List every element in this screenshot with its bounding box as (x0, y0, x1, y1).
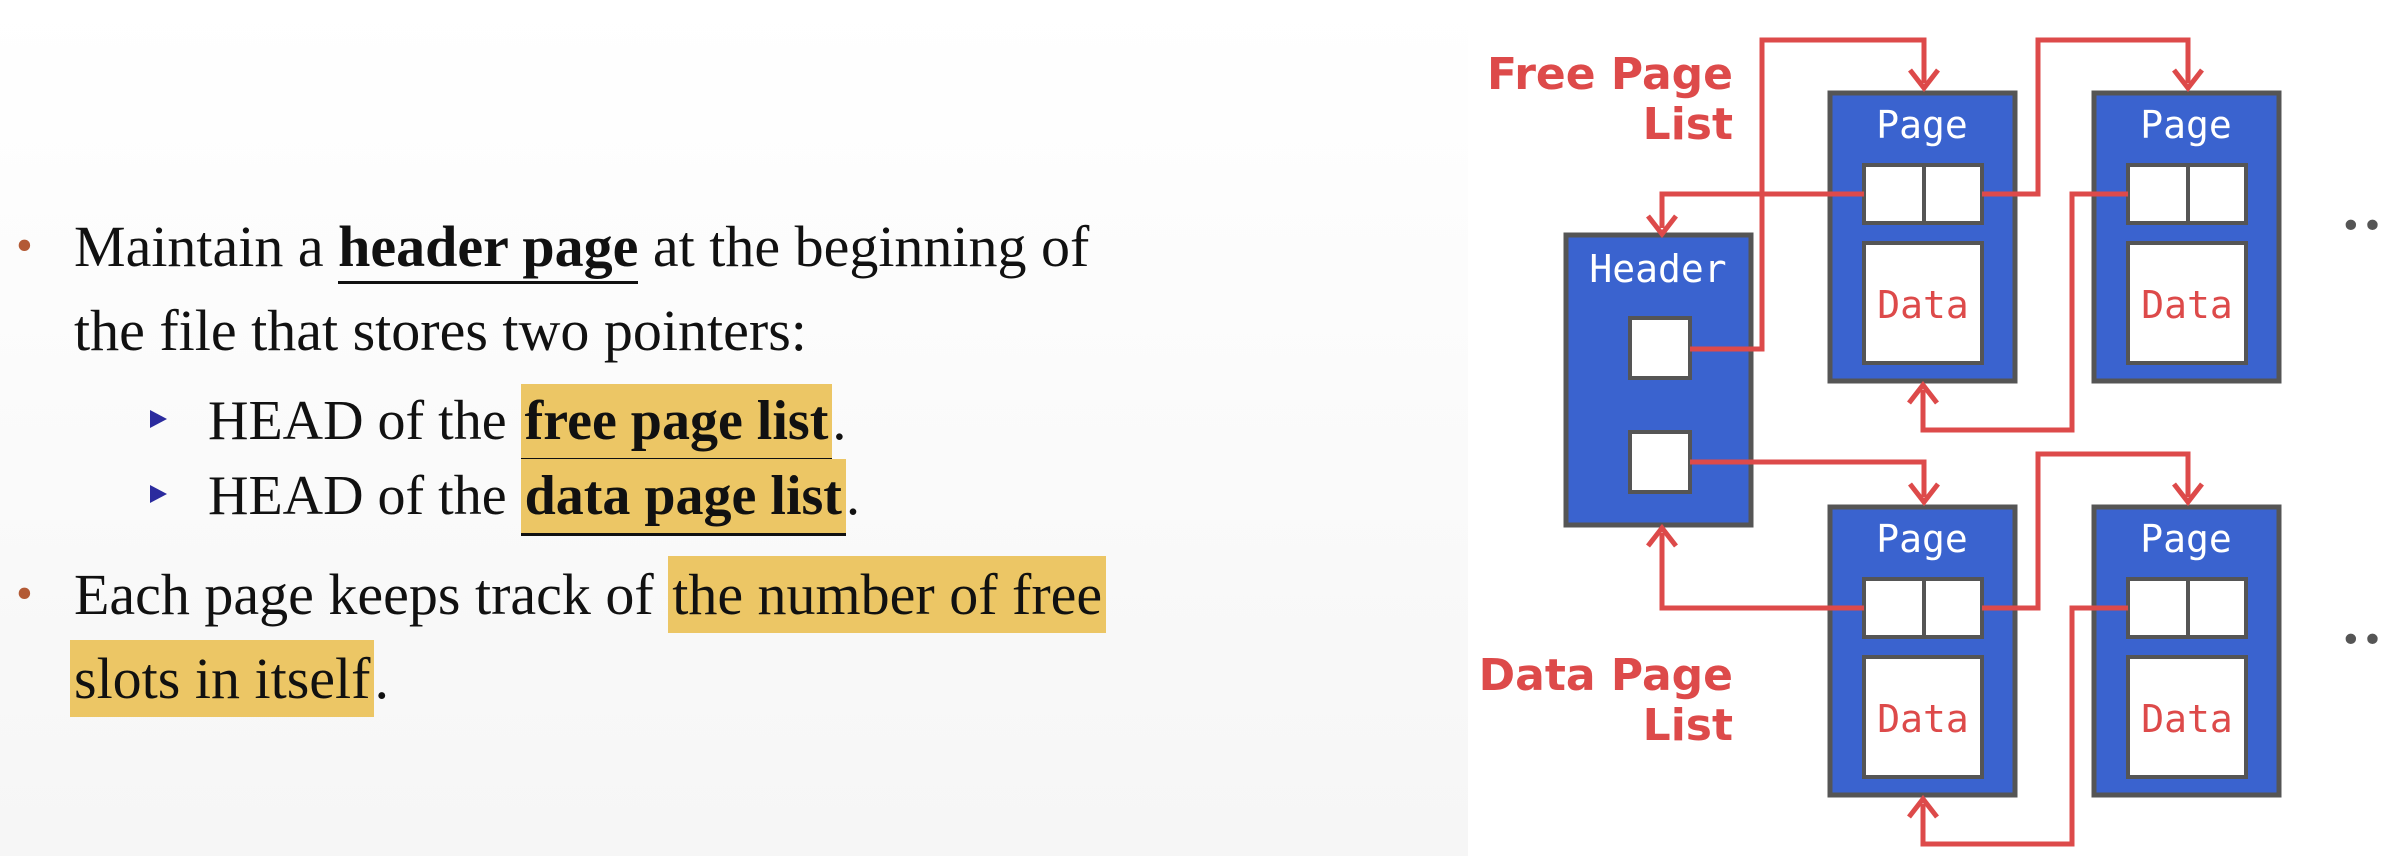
data-label: Data (1877, 697, 1969, 741)
free-page-list-label: List (1643, 99, 1733, 150)
page-label: Page (2140, 517, 2232, 561)
more-pages-ellipsis: ••• (2340, 206, 2386, 247)
page-label: Page (2140, 103, 2232, 147)
data-page-list-label: Data Page (1479, 650, 1733, 701)
data-label: Data (2141, 283, 2233, 327)
page-list-diagram: Free Page List Data Page List Header Pag… (1479, 37, 2386, 847)
data-label: Data (1877, 283, 1969, 327)
page-box: Page Data (2091, 90, 2282, 384)
data-label: Data (2141, 697, 2233, 741)
page-box: Page Data (1827, 504, 2018, 798)
page-box: Page Data (2091, 504, 2282, 798)
data-list-head-slot (1628, 430, 1692, 494)
header-page-box: Header (1563, 232, 1754, 528)
free-list-head-slot (1628, 316, 1692, 380)
page-label: Page (1876, 103, 1968, 147)
page-box: Page Data (1827, 90, 2018, 384)
data-page-list-label: List (1643, 700, 1733, 751)
more-pages-ellipsis: ••• (2340, 620, 2386, 661)
header-label: Header (1589, 247, 1726, 291)
page-label: Page (1876, 517, 1968, 561)
free-page-list-label: Free Page (1487, 49, 1733, 100)
